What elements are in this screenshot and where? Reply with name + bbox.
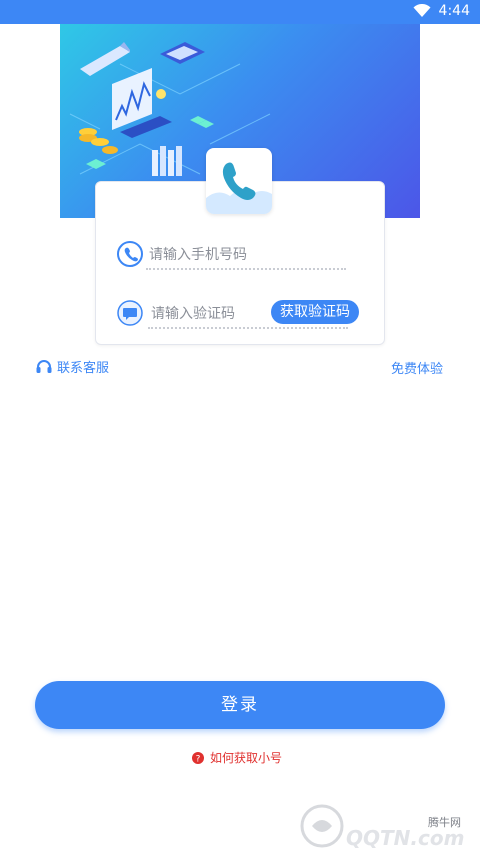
- bars-graphic: [152, 146, 182, 176]
- contact-service-label: 联系客服: [57, 361, 110, 376]
- calculator-graphic: [160, 42, 205, 64]
- status-bar: 4:44: [0, 0, 480, 24]
- status-time: 4:44: [438, 3, 470, 19]
- code-row: 请输入验证码: [117, 300, 235, 326]
- phone-icon: [117, 241, 143, 267]
- login-button[interactable]: 登录: [35, 681, 445, 729]
- message-icon: [117, 300, 143, 326]
- status-icons: 4:44: [413, 3, 470, 19]
- help-label: 如何获取小号: [210, 751, 283, 765]
- phone-logo-icon: [206, 162, 272, 214]
- phone-input-underline: [146, 268, 346, 270]
- help-link[interactable]: ? 如何获取小号: [192, 749, 282, 766]
- laptop-graphic: [80, 42, 130, 76]
- watermark: 腾牛网 QQTN.com: [300, 796, 470, 854]
- contact-service-link[interactable]: 联系客服: [35, 357, 109, 376]
- wifi-icon: [413, 4, 431, 17]
- monitor-graphic: [112, 68, 172, 138]
- get-code-button[interactable]: 获取验证码: [271, 300, 359, 324]
- headset-icon: [36, 359, 52, 373]
- free-trial-link[interactable]: 免费体验: [391, 358, 443, 377]
- code-input-underline: [148, 327, 348, 329]
- coins-graphic: [79, 128, 118, 154]
- code-input[interactable]: 请输入验证码: [151, 303, 235, 323]
- app-logo: [206, 148, 272, 214]
- question-icon: ?: [192, 751, 204, 764]
- watermark-logo-text: QQTN.com: [346, 826, 465, 850]
- phone-row: 请输入手机号码: [117, 241, 247, 267]
- svg-text:?: ?: [196, 754, 201, 764]
- phone-input[interactable]: 请输入手机号码: [149, 244, 247, 264]
